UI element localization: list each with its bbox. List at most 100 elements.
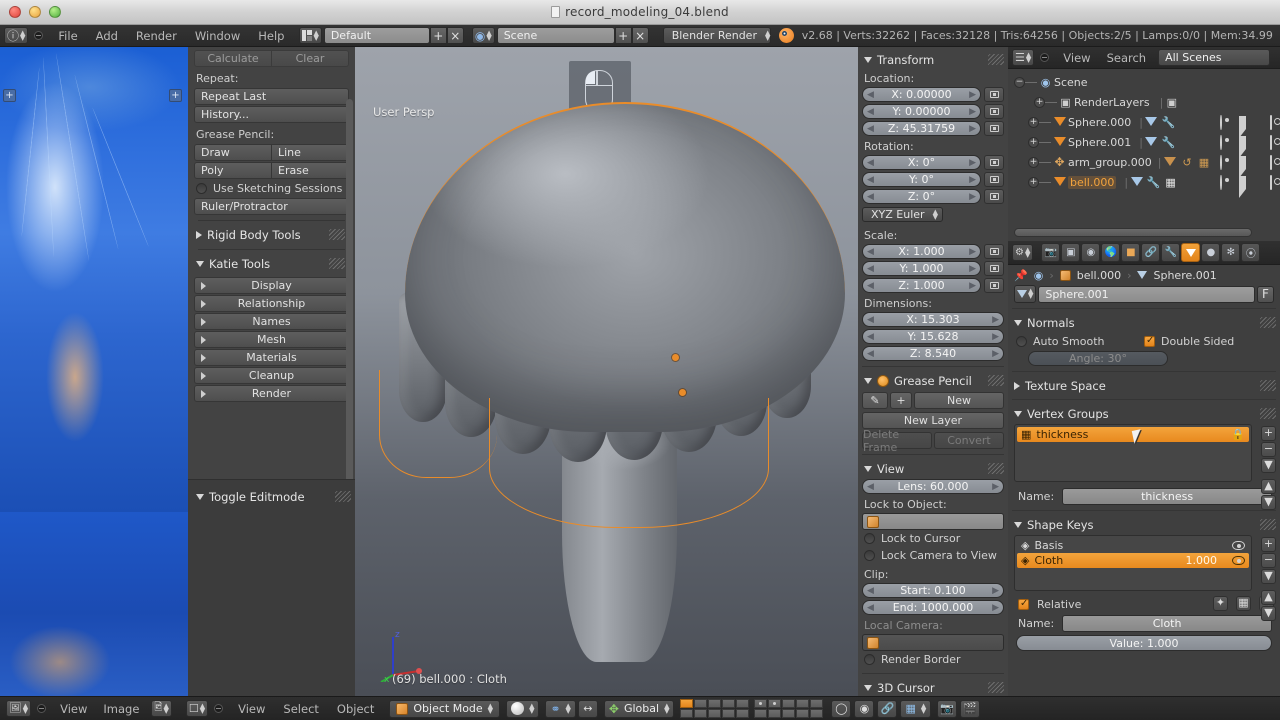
panel-3d-cursor[interactable]: 3D Cursor: [858, 679, 1008, 696]
constraint-icon[interactable]: ↺: [1178, 156, 1195, 169]
layer-cell[interactable]: [708, 709, 722, 718]
shape-key-name-field[interactable]: Cloth: [1062, 615, 1272, 632]
lock-camera-to-view-row[interactable]: Lock Camera to View: [858, 547, 1008, 564]
remove-shape-key-button[interactable]: −: [1261, 553, 1276, 568]
layer-cell[interactable]: [722, 699, 736, 708]
layer-cell[interactable]: [680, 699, 694, 708]
menu-help[interactable]: Help: [249, 25, 293, 46]
pin-icon[interactable]: 📌: [1014, 269, 1028, 282]
layer-cell[interactable]: [694, 699, 708, 708]
layer-cell[interactable]: [810, 709, 824, 718]
grease-pencil-new-button[interactable]: New: [914, 392, 1004, 409]
layer-cell[interactable]: [768, 699, 782, 708]
render-border-checkbox[interactable]: [864, 654, 875, 665]
rotation-y-field[interactable]: ◀ Y: 0° ▶: [862, 172, 981, 187]
location-x-field[interactable]: ◀ X: 0.00000 ▶: [862, 87, 981, 102]
dimension-z-field[interactable]: ◀ Z: 8.540 ▶: [862, 346, 1004, 361]
delete-scene-button[interactable]: ×: [631, 27, 649, 44]
outliner-row-scene[interactable]: − ◉ Scene: [1008, 72, 1280, 92]
panel-normals[interactable]: Normals: [1008, 314, 1280, 331]
manipulator-toggle-button[interactable]: ↔: [577, 699, 598, 718]
list-item[interactable]: ▦ thickness 🔒: [1017, 427, 1249, 442]
layer-cell[interactable]: [796, 709, 810, 718]
expand-icon[interactable]: +: [1028, 156, 1039, 168]
add-scene-button[interactable]: +: [614, 27, 632, 44]
tab-particles[interactable]: ✻: [1221, 243, 1241, 262]
panel-grease-pencil[interactable]: Grease Pencil: [858, 372, 1008, 389]
panel-rigid-body-tools[interactable]: Rigid Body Tools: [194, 226, 349, 244]
layer-cell[interactable]: [680, 709, 694, 718]
scale-y-field[interactable]: ◀ Y: 1.000 ▶: [862, 261, 981, 276]
opengl-render-image-button[interactable]: 📷: [937, 699, 958, 718]
grease-pencil-delete-frame-button[interactable]: Delete Frame: [862, 428, 932, 454]
image-datablock-selector[interactable]: 🖻 ▲ ▼: [151, 700, 172, 717]
double-sided-row[interactable]: Double Sided: [1144, 335, 1272, 348]
lock-to-cursor-row[interactable]: Lock to Cursor: [858, 530, 1008, 547]
scale-z-field[interactable]: ◀ Z: 1.000 ▶: [862, 278, 981, 293]
lock-scale-z-button[interactable]: [984, 278, 1004, 293]
expand-icon[interactable]: +: [1028, 116, 1039, 128]
tab-material[interactable]: ●: [1201, 243, 1221, 262]
vertex-group-specials-button[interactable]: ▼: [1261, 458, 1276, 473]
scene-browse-selector[interactable]: ◉ ▲ ▼: [471, 27, 495, 44]
armature-data-icon[interactable]: ▦: [1195, 156, 1212, 169]
mesh-datablock-name-field[interactable]: Sphere.001: [1038, 285, 1255, 303]
tab-object-data[interactable]: [1181, 243, 1201, 262]
transform-orientation-dropdown[interactable]: ✥ Global ▲ ▼: [603, 699, 675, 718]
gp-line-button[interactable]: Line: [272, 144, 349, 161]
datablock-browse-button[interactable]: ▲ ▼: [1014, 285, 1037, 303]
vertex-group-icon[interactable]: ▦: [1162, 176, 1179, 189]
lock-to-cursor-checkbox[interactable]: [864, 533, 875, 544]
outliner-display-mode[interactable]: All Scenes: [1158, 49, 1271, 66]
modifier-wrench-icon[interactable]: 🔧: [1160, 116, 1177, 129]
lock-rotation-z-button[interactable]: [984, 189, 1004, 204]
panel-transform[interactable]: Transform: [858, 51, 1008, 68]
menu-render[interactable]: Render: [127, 25, 186, 46]
outliner-row-sphere-001[interactable]: + Sphere.001 | 🔧: [1008, 132, 1280, 158]
outliner-row-arm-group-000[interactable]: + ✥ arm_group.000 | ↺ ▦: [1008, 152, 1280, 178]
normals-row[interactable]: Calculate Clear: [194, 50, 349, 67]
lens-field[interactable]: ◀ Lens: 60.000 ▶: [862, 479, 1004, 494]
clip-end-field[interactable]: ◀ End: 1000.000 ▶: [862, 600, 1004, 615]
tab-physics[interactable]: ⦿: [1241, 243, 1261, 262]
list-item[interactable]: ◈ Basis: [1017, 538, 1249, 553]
katie-relationship-button[interactable]: Relationship: [194, 295, 349, 312]
breadcrumb-object[interactable]: bell.000: [1077, 269, 1121, 282]
render-engine-dropdown[interactable]: Blender Render ▲ ▼: [662, 27, 771, 44]
layer-cell[interactable]: [782, 709, 796, 718]
layer-cell[interactable]: [722, 709, 736, 718]
rotation-z-field[interactable]: ◀ Z: 0° ▶: [862, 189, 981, 204]
tab-render-layers[interactable]: ▣: [1061, 243, 1081, 262]
collapse-menu-button[interactable]: [214, 704, 224, 713]
expand-icon[interactable]: +: [1028, 176, 1039, 188]
layer-cell[interactable]: [754, 699, 768, 708]
clear-normals-button[interactable]: Clear: [272, 50, 349, 67]
image-menu-view[interactable]: View: [52, 698, 95, 720]
image-region-toggle-right[interactable]: +: [169, 89, 182, 102]
scene-name-field[interactable]: Scene: [496, 27, 615, 44]
expand-icon[interactable]: +: [1034, 96, 1045, 108]
use-sketching-sessions-checkbox[interactable]: [196, 183, 207, 194]
lock-location-x-button[interactable]: [984, 87, 1004, 102]
proportional-editing-button[interactable]: ◯: [831, 699, 852, 718]
calculate-normals-button[interactable]: Calculate: [194, 50, 272, 67]
screen-layout-selector[interactable]: ▲ ▼: [299, 27, 322, 44]
breadcrumb-data[interactable]: Sphere.001: [1153, 269, 1216, 282]
location-z-field[interactable]: ◀ Z: 45.31759 ▶: [862, 121, 981, 136]
layer-cell[interactable]: [810, 699, 824, 708]
outliner-editor-type-selector[interactable]: ☰ ▲ ▼: [1012, 49, 1035, 66]
outliner-horizontal-scrollbar[interactable]: [1014, 228, 1252, 237]
scale-x-field[interactable]: ◀ X: 1.000 ▶: [862, 244, 981, 259]
add-shape-key-button[interactable]: +: [1261, 537, 1276, 552]
auto-smooth-row[interactable]: Auto Smooth: [1016, 335, 1144, 348]
shape-key-shape-edit-button[interactable]: ▦: [1236, 596, 1251, 611]
lock-location-z-button[interactable]: [984, 121, 1004, 136]
tab-constraints[interactable]: 🔗: [1141, 243, 1161, 262]
outliner-row-bell-000[interactable]: + bell.000 | 🔧 ▦: [1008, 172, 1280, 198]
vertex-group-name-field[interactable]: thickness: [1062, 488, 1272, 505]
katie-display-button[interactable]: Display: [194, 277, 349, 294]
grease-pencil-add-button[interactable]: +: [890, 392, 912, 409]
editor-type-selector[interactable]: ⓘ ▲ ▼: [4, 27, 29, 44]
use-sketching-sessions-row[interactable]: Use Sketching Sessions: [194, 180, 349, 197]
opengl-render-animation-button[interactable]: 🎬: [960, 699, 981, 718]
